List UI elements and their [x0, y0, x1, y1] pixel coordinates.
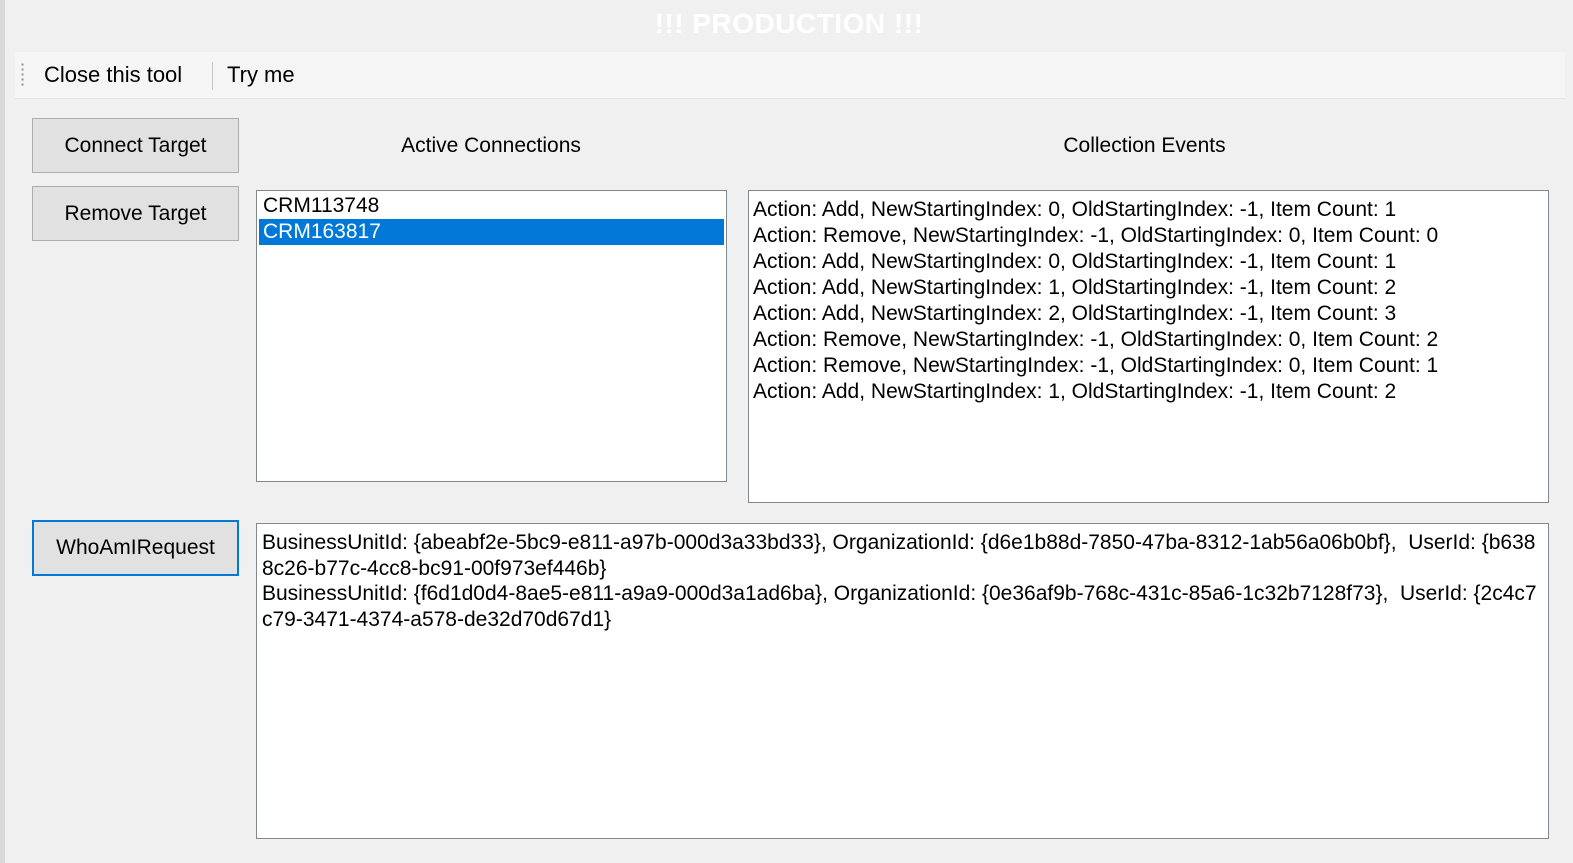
connection-item[interactable]: CRM113748 — [259, 193, 724, 219]
whoami-request-button[interactable]: WhoAmIRequest — [32, 520, 239, 576]
whoami-results-textbox[interactable]: BusinessUnitId: {abeabf2e-5bc9-e811-a97b… — [256, 523, 1549, 839]
event-item: Action: Add, NewStartingIndex: 1, OldSta… — [753, 276, 1397, 299]
toolbar: Close this tool Try me — [15, 52, 1565, 99]
event-item: Action: Add, NewStartingIndex: 0, OldSta… — [753, 198, 1397, 221]
event-item: Action: Add, NewStartingIndex: 2, OldSta… — [753, 302, 1397, 325]
connect-target-button[interactable]: Connect Target — [32, 118, 239, 173]
whoami-result-line: BusinessUnitId: {abeabf2e-5bc9-e811-a97b… — [262, 531, 1536, 580]
title-bar: !!! PRODUCTION !!! — [5, 0, 1573, 50]
connection-item[interactable]: CRM163817 — [259, 219, 724, 245]
whoami-result-line: BusinessUnitId: {f6d1d0d4-8ae5-e811-a9a9… — [262, 582, 1537, 631]
collection-events-list[interactable]: Action: Add, NewStartingIndex: 0, OldSta… — [748, 190, 1549, 503]
close-tool-button[interactable]: Close this tool — [44, 52, 182, 98]
events-items: Action: Add, NewStartingIndex: 0, OldSta… — [753, 197, 1544, 405]
window-title: !!! PRODUCTION !!! — [654, 8, 924, 39]
active-connections-label: Active Connections — [401, 134, 581, 157]
collection-events-label: Collection Events — [1063, 134, 1226, 157]
event-item: Action: Remove, NewStartingIndex: -1, Ol… — [753, 354, 1439, 377]
main-window: !!! PRODUCTION !!! Close this tool Try m… — [0, 0, 1573, 863]
event-item: Action: Add, NewStartingIndex: 0, OldSta… — [753, 250, 1397, 273]
try-me-button[interactable]: Try me — [227, 52, 295, 98]
event-item: Action: Remove, NewStartingIndex: -1, Ol… — [753, 224, 1439, 247]
whoami-results: BusinessUnitId: {abeabf2e-5bc9-e811-a97b… — [262, 530, 1543, 632]
event-item: Action: Add, NewStartingIndex: 1, OldSta… — [753, 380, 1397, 403]
event-item: Action: Remove, NewStartingIndex: -1, Ol… — [753, 328, 1439, 351]
toolbar-separator — [212, 62, 213, 90]
active-connections-list[interactable]: CRM113748 CRM163817 — [256, 190, 727, 482]
toolbar-grip-icon[interactable] — [21, 62, 24, 88]
window-left-edge — [0, 0, 5, 863]
connections-items: CRM113748 CRM163817 — [259, 193, 724, 245]
remove-target-button[interactable]: Remove Target — [32, 186, 239, 241]
